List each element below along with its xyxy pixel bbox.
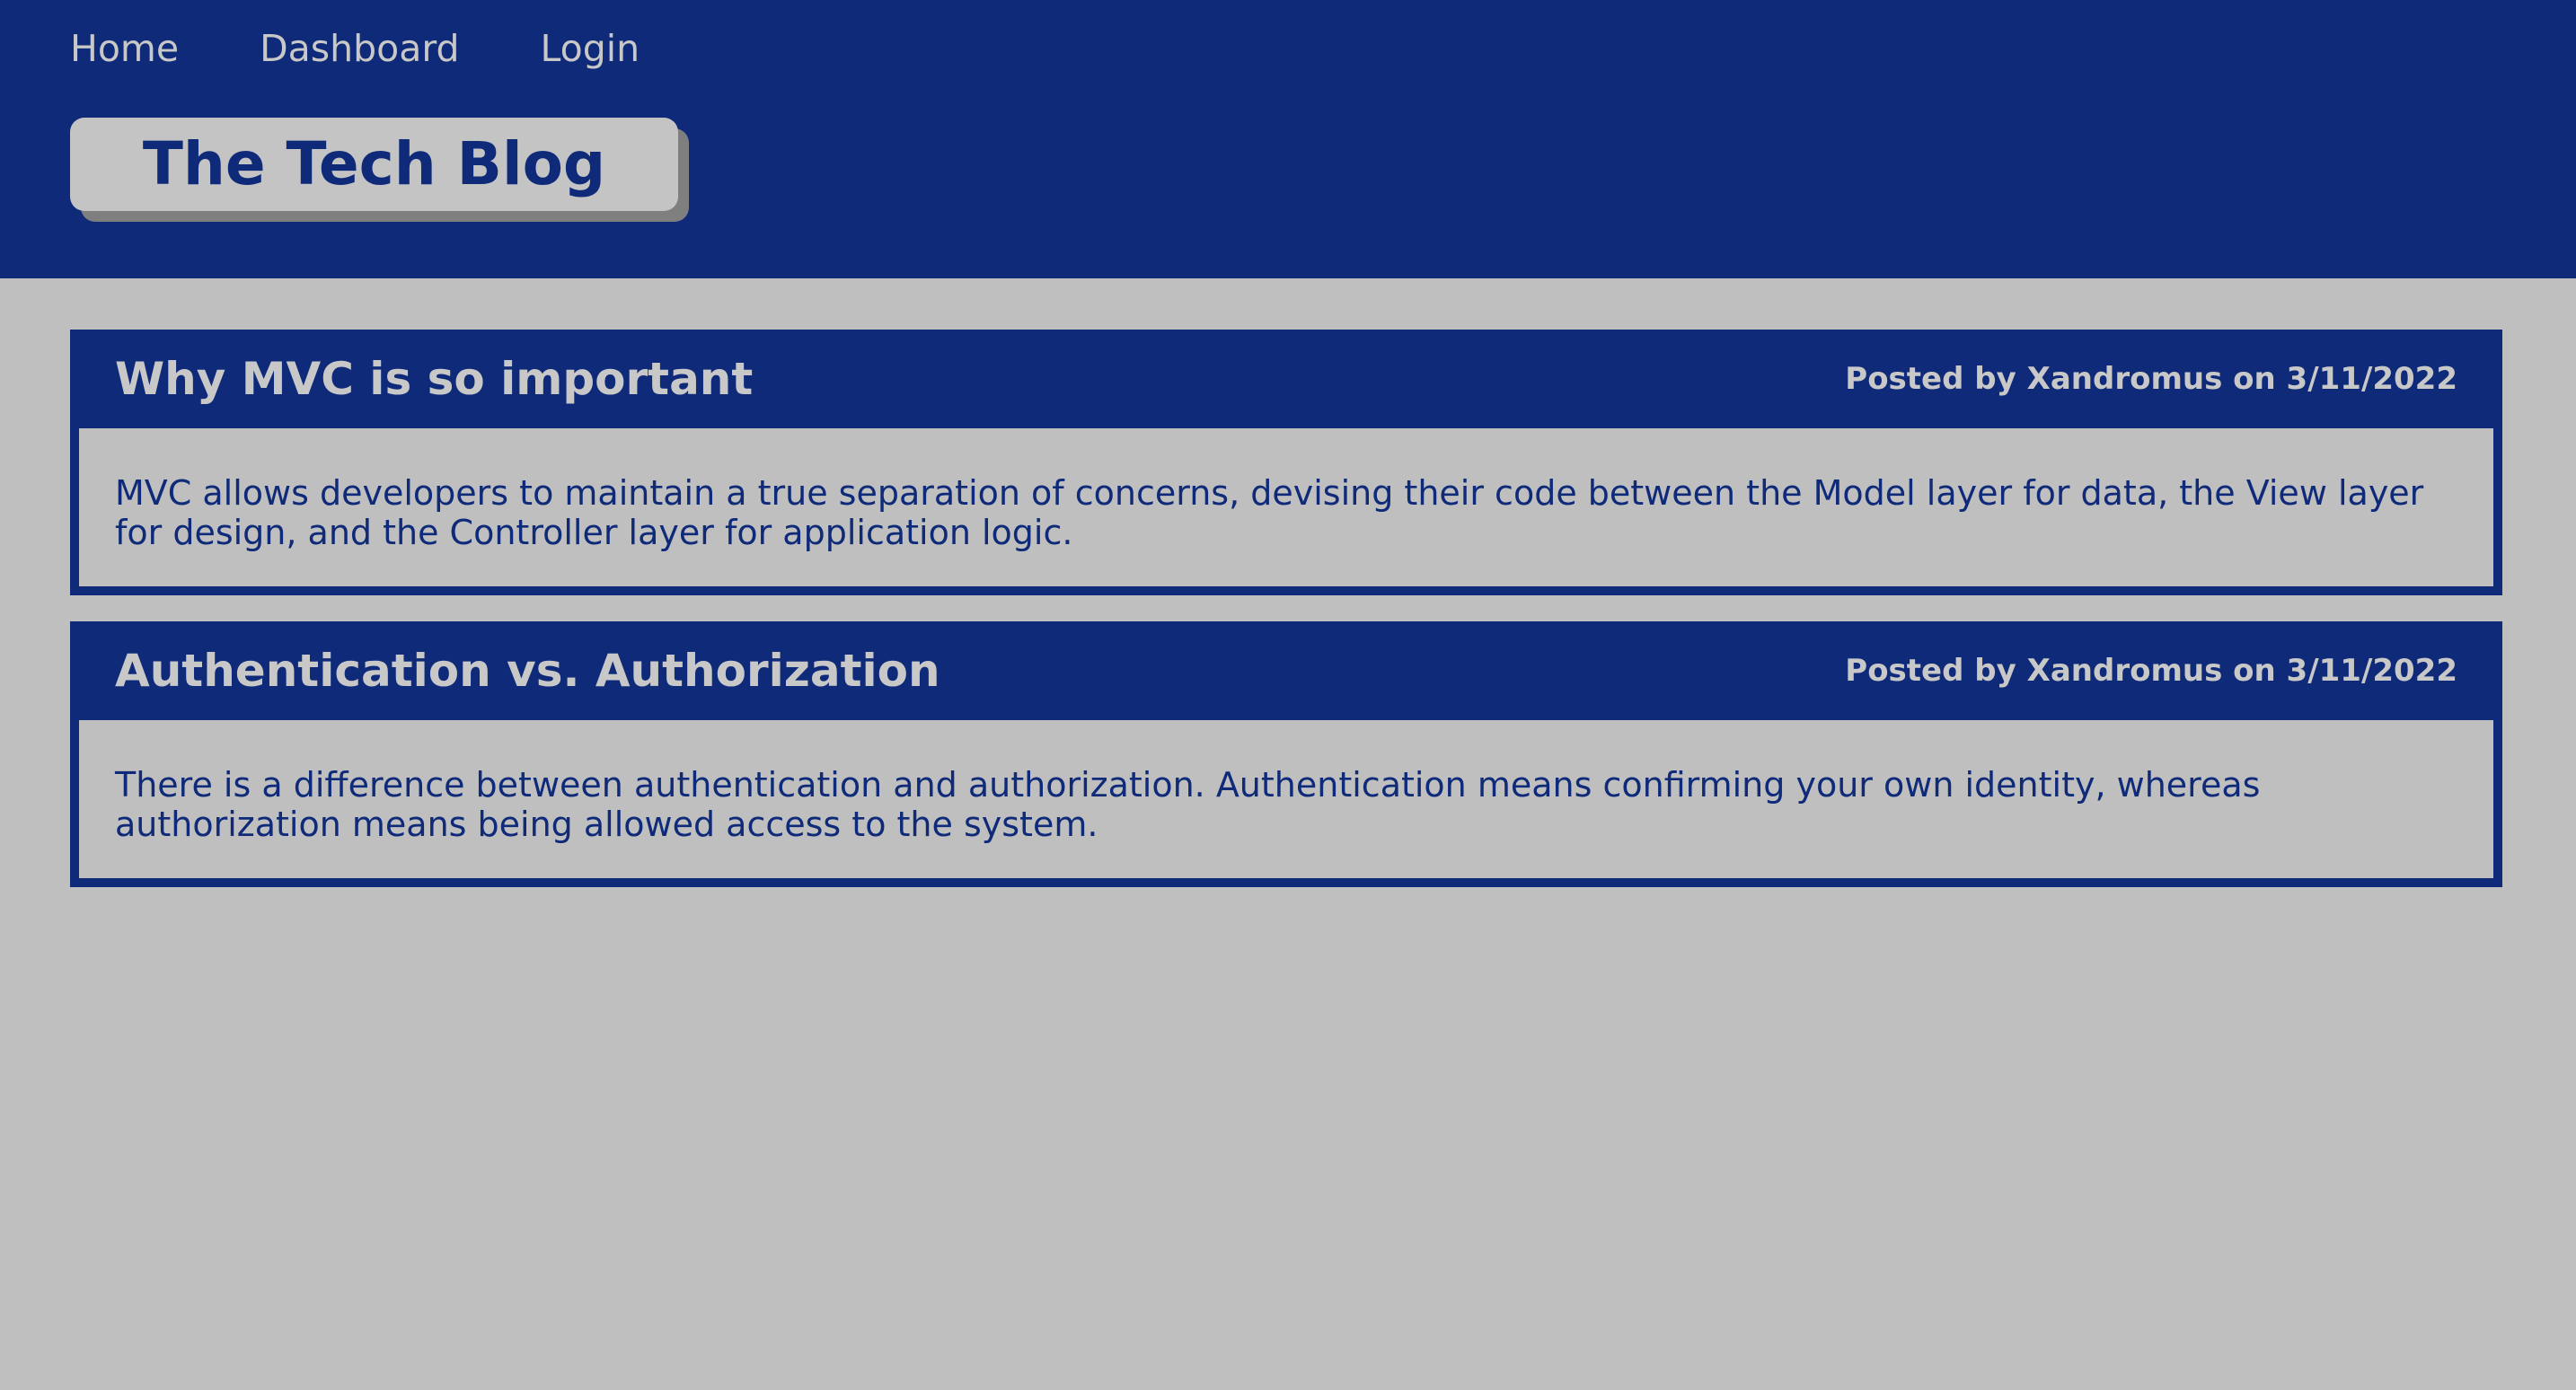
nav-login-link[interactable]: Login bbox=[541, 25, 640, 72]
post-title[interactable]: Authentication vs. Authorization bbox=[115, 645, 940, 697]
post-header: Why MVC is so important Posted by Xandro… bbox=[79, 330, 2493, 428]
post-body: MVC allows developers to maintain a true… bbox=[79, 428, 2493, 586]
post-title[interactable]: Why MVC is so important bbox=[115, 353, 753, 405]
post-meta: Posted by Xandromus on 3/11/2022 bbox=[1845, 653, 2457, 689]
post-body: There is a difference between authentica… bbox=[79, 720, 2493, 878]
nav-home-link[interactable]: Home bbox=[70, 25, 179, 72]
post-meta: Posted by Xandromus on 3/11/2022 bbox=[1845, 361, 2457, 397]
post-card[interactable]: Why MVC is so important Posted by Xandro… bbox=[70, 330, 2502, 595]
nav-dashboard-link[interactable]: Dashboard bbox=[260, 25, 459, 72]
post-header: Authentication vs. Authorization Posted … bbox=[79, 621, 2493, 720]
post-card[interactable]: Authentication vs. Authorization Posted … bbox=[70, 621, 2502, 887]
main-nav: Home Dashboard Login bbox=[70, 25, 640, 72]
site-header: Home Dashboard Login The Tech Blog bbox=[0, 0, 2576, 278]
post-list: Why MVC is so important Posted by Xandro… bbox=[70, 330, 2502, 913]
site-title: The Tech Blog bbox=[70, 118, 678, 211]
